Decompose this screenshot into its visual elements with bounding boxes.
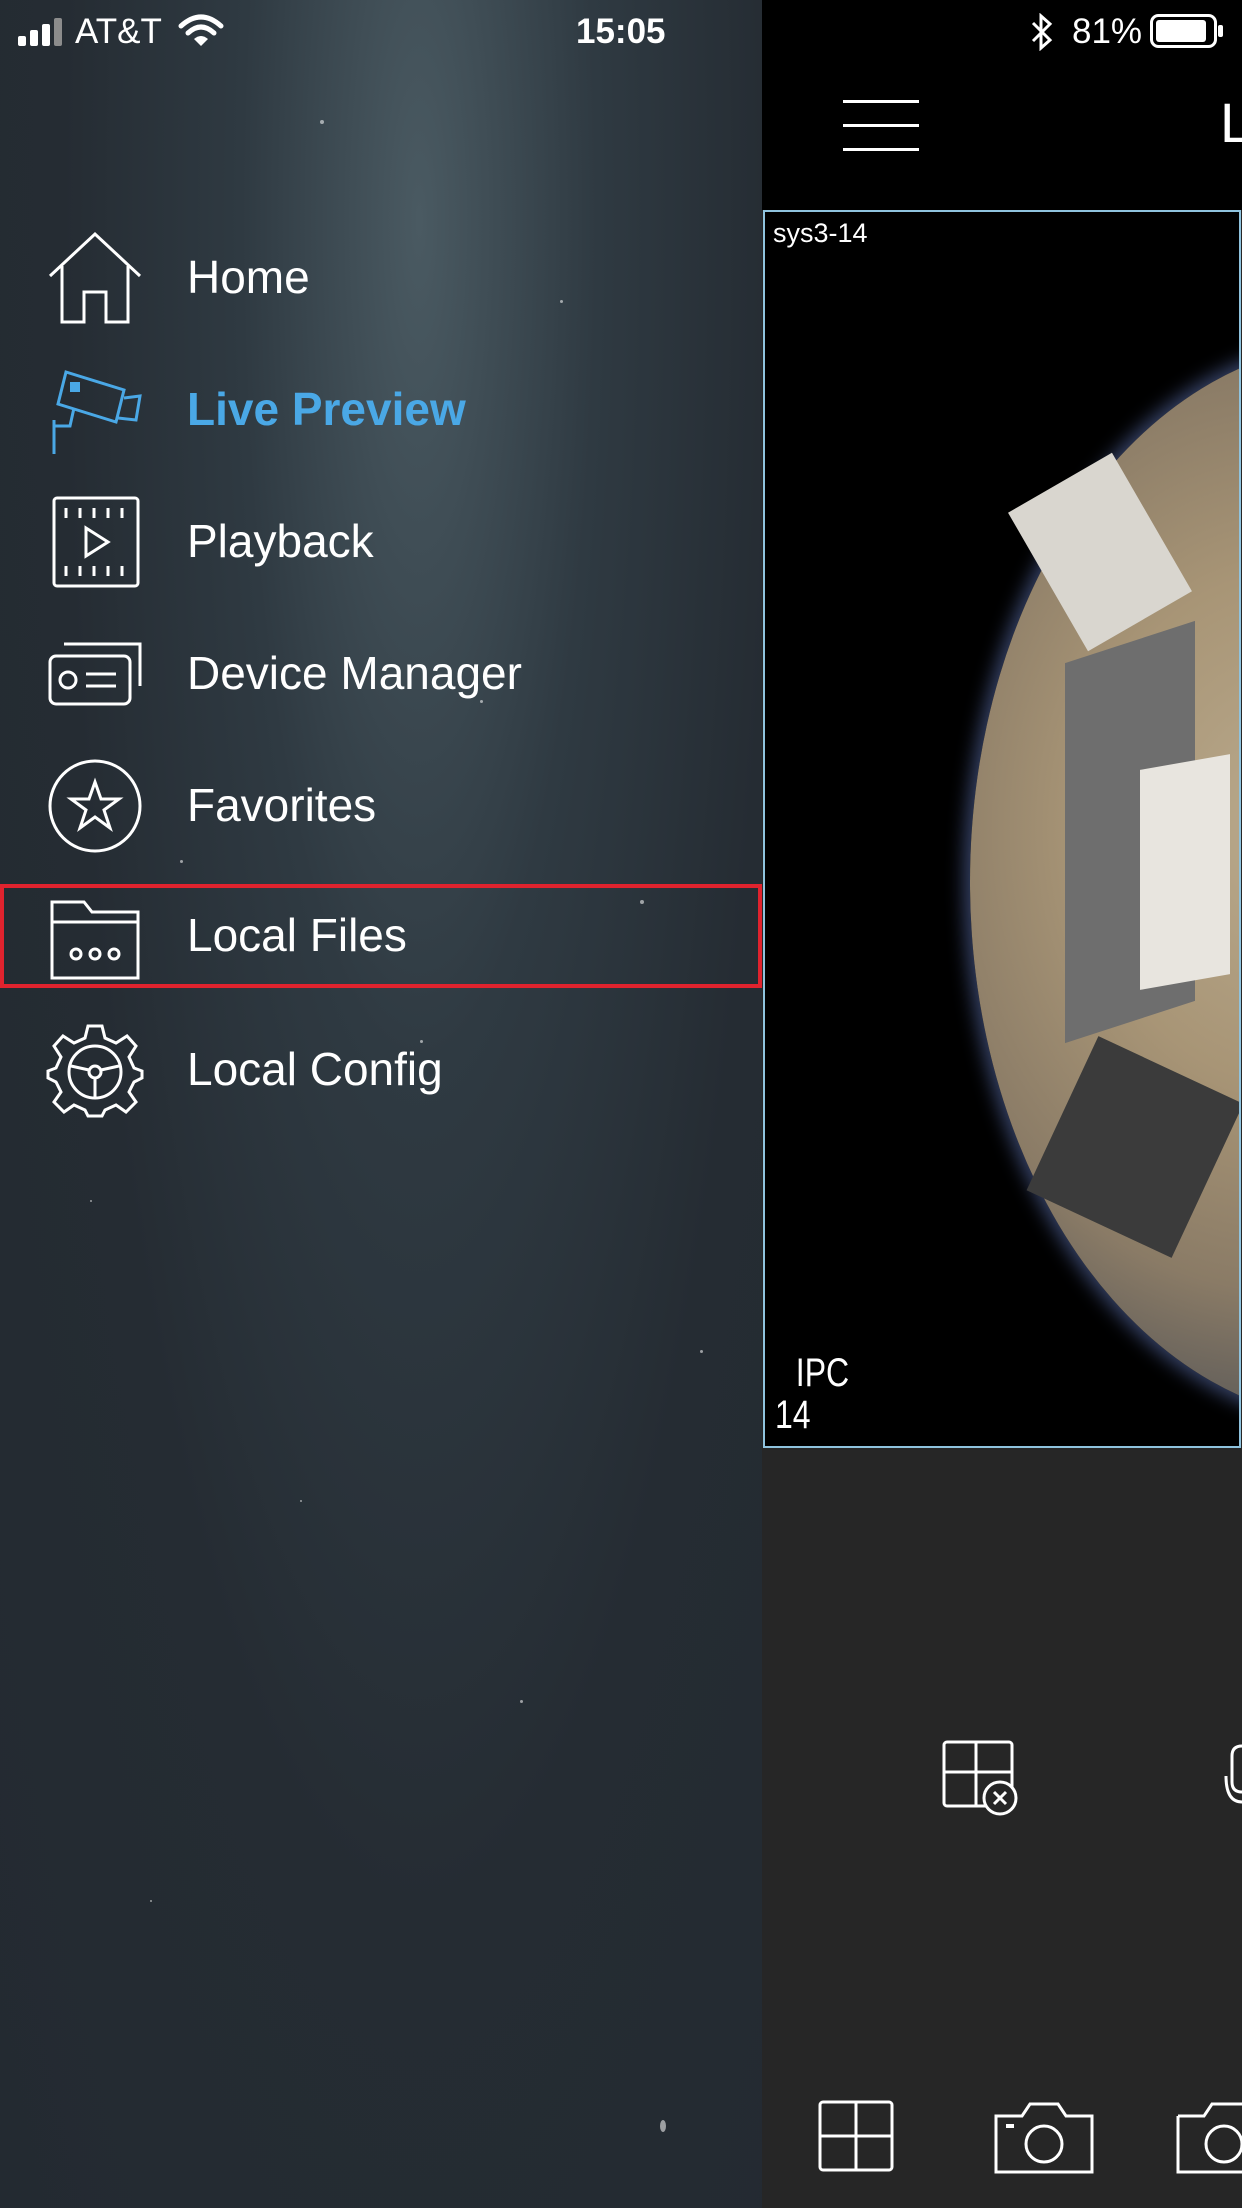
carrier-label: AT&T <box>75 12 162 51</box>
fisheye-camera-feed <box>970 342 1239 1422</box>
menu-item-device-manager[interactable]: Device Manager <box>0 622 762 726</box>
menu-item-label: Local Files <box>187 909 407 961</box>
video-channel-tile[interactable]: sys3-14 IPC 14 <box>763 210 1241 1448</box>
split-screen-icon[interactable] <box>818 2100 894 2172</box>
menu-item-live-preview[interactable]: Live Preview <box>0 358 762 462</box>
star-icon <box>48 759 142 853</box>
menu-item-home[interactable]: Home <box>0 226 762 330</box>
close-channel-icon[interactable] <box>942 1740 1022 1816</box>
menu-item-label: Favorites <box>187 779 377 831</box>
camera-icon <box>52 370 142 454</box>
status-bar: AT&T 15:05 81% <box>0 0 1242 62</box>
menu-item-label: Playback <box>187 515 374 567</box>
osd-line-1: IPC <box>795 1351 850 1395</box>
wifi-icon <box>178 14 224 46</box>
menu-item-playback[interactable]: Playback <box>0 490 762 594</box>
home-icon <box>48 231 142 324</box>
snapshot-icon[interactable] <box>994 2100 1094 2174</box>
record-icon[interactable] <box>1176 2100 1242 2174</box>
hamburger-menu-button[interactable] <box>843 100 919 152</box>
menu-item-label: Home <box>187 251 310 303</box>
channel-title: sys3-14 <box>773 218 868 248</box>
menu-item-label: Device Manager <box>187 647 522 699</box>
device-icon <box>48 642 142 706</box>
folder-icon <box>50 900 140 980</box>
menu-item-local-config[interactable]: Local Config <box>0 1018 762 1122</box>
microphone-icon[interactable] <box>1222 1742 1242 1812</box>
menu-item-label: Live Preview <box>187 383 466 435</box>
playback-icon <box>52 496 140 588</box>
menu-item-local-files[interactable]: Local Files <box>0 884 762 988</box>
battery-icon <box>1150 14 1223 48</box>
clock: 15:05 <box>576 12 666 51</box>
menu-item-favorites[interactable]: Favorites <box>0 754 762 858</box>
video-osd-label: IPC 14 <box>775 1352 849 1436</box>
menu-item-label: Local Config <box>187 1043 443 1095</box>
osd-line-2: 14 <box>775 1393 811 1437</box>
gear-icon <box>46 1024 144 1118</box>
page-title: L <box>1220 91 1242 154</box>
battery-percentage: 81% <box>1072 12 1143 51</box>
bluetooth-icon <box>1031 13 1053 51</box>
signal-icon <box>18 18 62 46</box>
